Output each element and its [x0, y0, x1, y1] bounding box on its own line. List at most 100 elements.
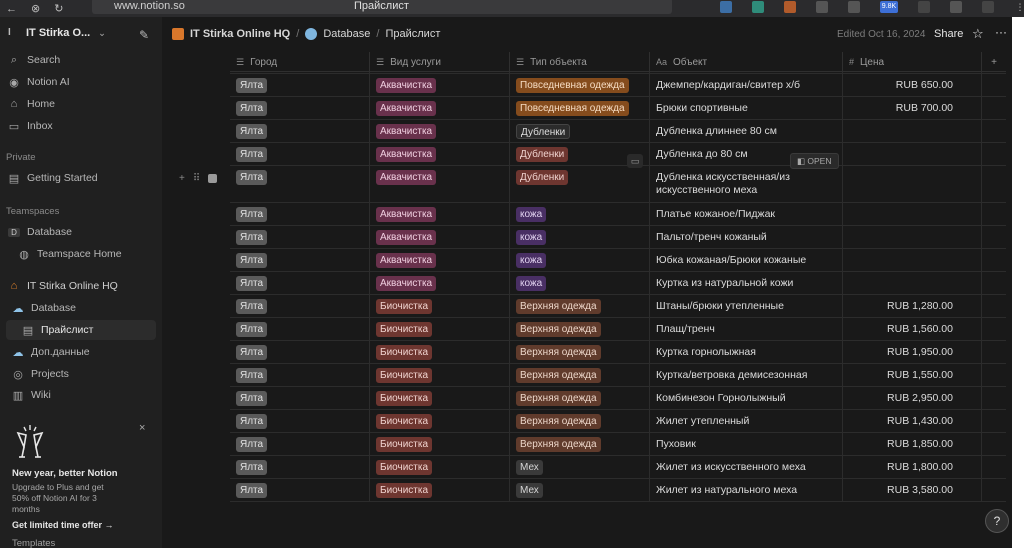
star-icon[interactable]: ☆	[972, 26, 984, 42]
city-cell[interactable]: Ялта	[230, 433, 370, 455]
object-cell[interactable]: Дубленка искусственная/из искусственного…	[650, 166, 843, 202]
table-row[interactable]: Ялта Аквачистка Дубленки Дубленка искусстве…	[230, 166, 1006, 203]
type-cell[interactable]: Верхняя одежда	[510, 295, 650, 317]
breadcrumb-item[interactable]: Database	[323, 28, 370, 40]
add-row-icon[interactable]: +	[179, 173, 185, 184]
object-cell[interactable]: Пуховик	[650, 433, 843, 455]
sidebar-item-extra-data[interactable]: ☁ Доп.данные	[12, 342, 162, 362]
city-cell[interactable]: Ялта	[230, 456, 370, 478]
price-cell[interactable]	[843, 272, 982, 294]
new-page-icon[interactable]: ✎	[139, 28, 152, 42]
object-cell[interactable]: Платье кожаное/Пиджак	[650, 203, 843, 225]
price-cell[interactable]: RUB 650.00	[843, 74, 982, 96]
city-cell[interactable]: Ялта	[230, 249, 370, 271]
help-icon[interactable]: ?	[985, 509, 1009, 533]
service-cell[interactable]: Биочистка	[370, 295, 510, 317]
type-cell[interactable]: кожа	[510, 272, 650, 294]
column-header-city[interactable]: ☰ Город	[230, 52, 370, 72]
sidebar-item-notion-ai[interactable]: ◉ Notion AI	[8, 72, 158, 92]
table-row[interactable]: Ялта Аквачистка Повседневная одежда Брюки с…	[230, 97, 1006, 120]
object-cell[interactable]: Юбка кожаная/Брюки кожаные	[650, 249, 843, 271]
object-cell[interactable]: Брюки спортивные	[650, 97, 843, 119]
table-row[interactable]: Ялта Биочистка Верхняя одежда Комбинезон Го…	[230, 387, 1006, 410]
price-cell[interactable]: RUB 1,850.00	[843, 433, 982, 455]
sidebar-item-getting-started[interactable]: ▤ Getting Started	[8, 168, 158, 188]
service-cell[interactable]: Аквачистка	[370, 226, 510, 248]
service-cell[interactable]: Аквачистка	[370, 97, 510, 119]
type-cell[interactable]: Верхняя одежда	[510, 433, 650, 455]
table-row[interactable]: Ялта Биочистка Верхняя одежда Куртка горнол…	[230, 341, 1006, 364]
city-cell[interactable]: Ялта	[230, 272, 370, 294]
service-cell[interactable]: Биочистка	[370, 479, 510, 501]
promo-cta-link[interactable]: Get limited time offer →	[12, 520, 114, 530]
type-cell[interactable]: Верхняя одежда	[510, 410, 650, 432]
column-header-service[interactable]: ☰ Вид услуги	[370, 52, 510, 72]
city-cell[interactable]: Ялта	[230, 341, 370, 363]
extension-icon[interactable]	[784, 1, 796, 13]
extension-icon[interactable]	[950, 1, 962, 13]
service-cell[interactable]: Биочистка	[370, 456, 510, 478]
price-cell[interactable]: RUB 1,560.00	[843, 318, 982, 340]
extension-badge[interactable]: 9.8K	[880, 1, 898, 13]
price-cell[interactable]: RUB 1,550.00	[843, 364, 982, 386]
table-row[interactable]: Ялта Биочистка Верхняя одежда Жилет утеплен…	[230, 410, 1006, 433]
service-cell[interactable]: Аквачистка	[370, 143, 510, 165]
more-dots-icon[interactable]: ···	[995, 25, 1007, 39]
city-cell[interactable]: Ялта	[230, 318, 370, 340]
service-cell[interactable]: Биочистка	[370, 410, 510, 432]
sidebar-item-database-page[interactable]: ☁ Database	[12, 298, 162, 318]
price-cell[interactable]: RUB 1,950.00	[843, 341, 982, 363]
object-cell[interactable]: Плащ/тренч	[650, 318, 843, 340]
table-row[interactable]: Ялта Биочистка Верхняя одежда Куртка/ветров…	[230, 364, 1006, 387]
table-row[interactable]: Ялта Аквачистка Дубленки Дубленка длиннее 8…	[230, 120, 1006, 143]
sidebar-item-templates[interactable]: Templates	[12, 538, 55, 548]
service-cell[interactable]: Аквачистка	[370, 74, 510, 96]
extension-icon[interactable]	[816, 1, 828, 13]
type-cell[interactable]: кожа	[510, 226, 650, 248]
sidebar-item-search[interactable]: ⌕ Search	[8, 50, 158, 70]
table-row[interactable]: Ялта Аквачистка Дубленки Дубленка до 80 см	[230, 143, 1006, 166]
type-cell[interactable]: Повседневная одежда	[510, 74, 650, 96]
price-cell[interactable]	[843, 143, 982, 165]
price-cell[interactable]: RUB 1,280.00	[843, 295, 982, 317]
city-cell[interactable]: Ялта	[230, 387, 370, 409]
sidebar-item-database[interactable]: D Database	[8, 222, 158, 242]
type-cell[interactable]: Верхняя одежда	[510, 364, 650, 386]
price-cell[interactable]: RUB 2,950.00	[843, 387, 982, 409]
workspace-switcher[interactable]: I IT Stirka O... ⌄	[8, 27, 106, 39]
extension-icon[interactable]	[720, 1, 732, 13]
city-cell[interactable]: Ялта	[230, 479, 370, 501]
type-cell[interactable]: Повседневная одежда	[510, 97, 650, 119]
object-cell[interactable]: Жилет из натурального меха	[650, 479, 843, 501]
object-cell[interactable]: Жилет из искусственного меха	[650, 456, 843, 478]
table-row[interactable]: Ялта Биочистка Мех Жилет из искусственного …	[230, 456, 1006, 479]
service-cell[interactable]: Биочистка	[370, 387, 510, 409]
breadcrumb-item[interactable]: Прайслист	[385, 28, 440, 40]
city-cell[interactable]: Ялта	[230, 364, 370, 386]
price-cell[interactable]	[843, 166, 982, 202]
city-cell[interactable]: Ялта	[230, 226, 370, 248]
object-cell[interactable]: Джемпер/кардиган/свитер х/б	[650, 74, 843, 96]
object-cell[interactable]: Куртка/ветровка демисезонная	[650, 364, 843, 386]
reload-icon[interactable]: ↻	[54, 2, 63, 15]
sidebar-item-home[interactable]: ⌂ Home	[8, 94, 158, 114]
city-cell[interactable]: Ялта	[230, 410, 370, 432]
back-arrow-icon[interactable]: ←	[6, 3, 17, 15]
column-header-object[interactable]: Aa Объект	[650, 52, 843, 72]
object-cell[interactable]: Куртка горнолыжная	[650, 341, 843, 363]
object-cell[interactable]: Штаны/брюки утепленные	[650, 295, 843, 317]
type-cell[interactable]: Дубленки	[510, 166, 650, 202]
extension-icon[interactable]	[752, 1, 764, 13]
table-row[interactable]: Ялта Аквачистка кожа Пальто/тренч кожаный	[230, 226, 1006, 249]
price-cell[interactable]: RUB 3,580.00	[843, 479, 982, 501]
table-row[interactable]: Ялта Аквачистка кожа Юбка кожаная/Брюки кож…	[230, 249, 1006, 272]
address-bar[interactable]: www.notion.so Прайслист	[92, 0, 672, 14]
service-cell[interactable]: Аквачистка	[370, 120, 510, 142]
table-row[interactable]: Ялта Аквачистка кожа Куртка из натуральной …	[230, 272, 1006, 295]
object-cell[interactable]: Куртка из натуральной кожи	[650, 272, 843, 294]
extension-icon[interactable]	[918, 1, 930, 13]
price-cell[interactable]	[843, 120, 982, 142]
type-cell[interactable]: кожа	[510, 203, 650, 225]
service-cell[interactable]: Аквачистка	[370, 249, 510, 271]
type-cell[interactable]: Верхняя одежда	[510, 387, 650, 409]
